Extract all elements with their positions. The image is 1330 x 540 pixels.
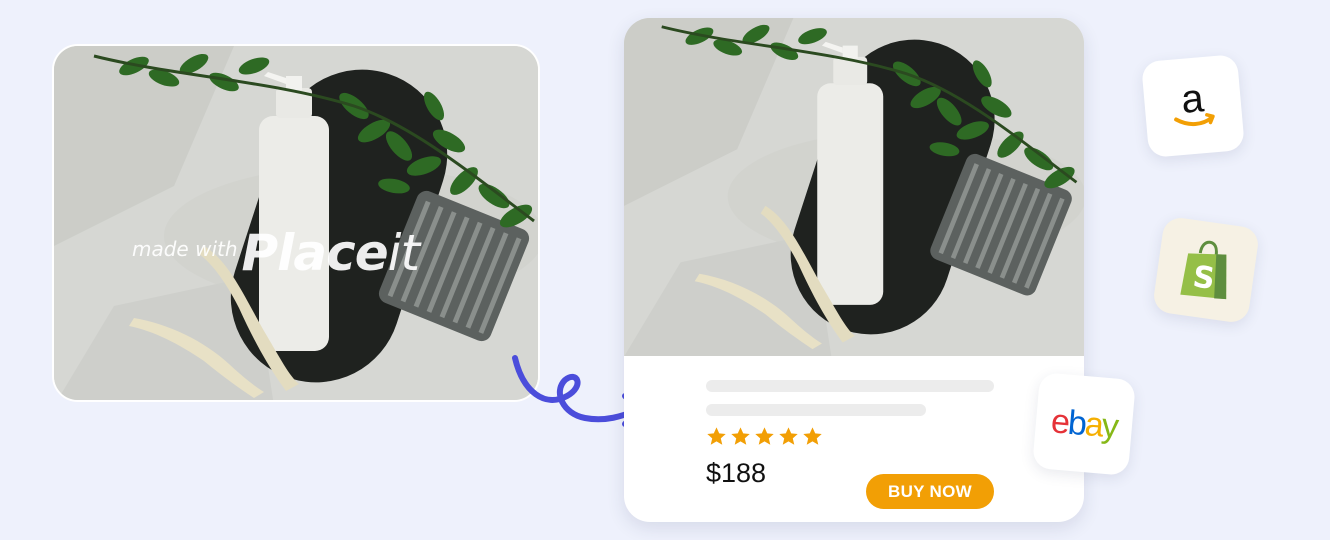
product-price: $188 — [706, 458, 767, 488]
subtitle-placeholder-line — [706, 404, 926, 416]
rating-stars — [706, 426, 823, 447]
placeit-watermark: made withPlaceit — [132, 224, 421, 282]
watermark-brand: Placeit — [241, 224, 421, 282]
title-placeholder-line — [706, 380, 994, 392]
amazon-logo-tile[interactable]: a — [1140, 53, 1246, 159]
star-icon — [707, 427, 726, 445]
buy-now-button[interactable]: BUY NOW — [866, 474, 994, 509]
ebay-logo: ebay — [1050, 402, 1119, 447]
product-listing-card[interactable]: $188 BUY NOW — [624, 18, 1084, 522]
star-icon — [803, 427, 822, 445]
product-listing-photo — [624, 18, 1084, 356]
watermark-brand-main: Place — [241, 224, 389, 282]
watermark-brand-suffix: it — [387, 224, 420, 282]
watermark-prefix: made with — [132, 237, 238, 261]
ebay-logo-tile[interactable]: ebay — [1031, 371, 1137, 477]
star-icon — [755, 427, 774, 445]
shopify-bag-icon: S — [1180, 240, 1227, 300]
source-mockup-image: made withPlaceit — [52, 44, 540, 402]
shopify-logo-tile[interactable]: S — [1151, 215, 1261, 325]
star-icon — [731, 427, 750, 445]
amazon-letter: a — [1179, 76, 1206, 122]
ebay-letter-y: y — [1100, 406, 1119, 446]
product-photo — [624, 18, 1084, 356]
star-icon — [779, 427, 798, 445]
amazon-icon: a — [1174, 76, 1215, 126]
